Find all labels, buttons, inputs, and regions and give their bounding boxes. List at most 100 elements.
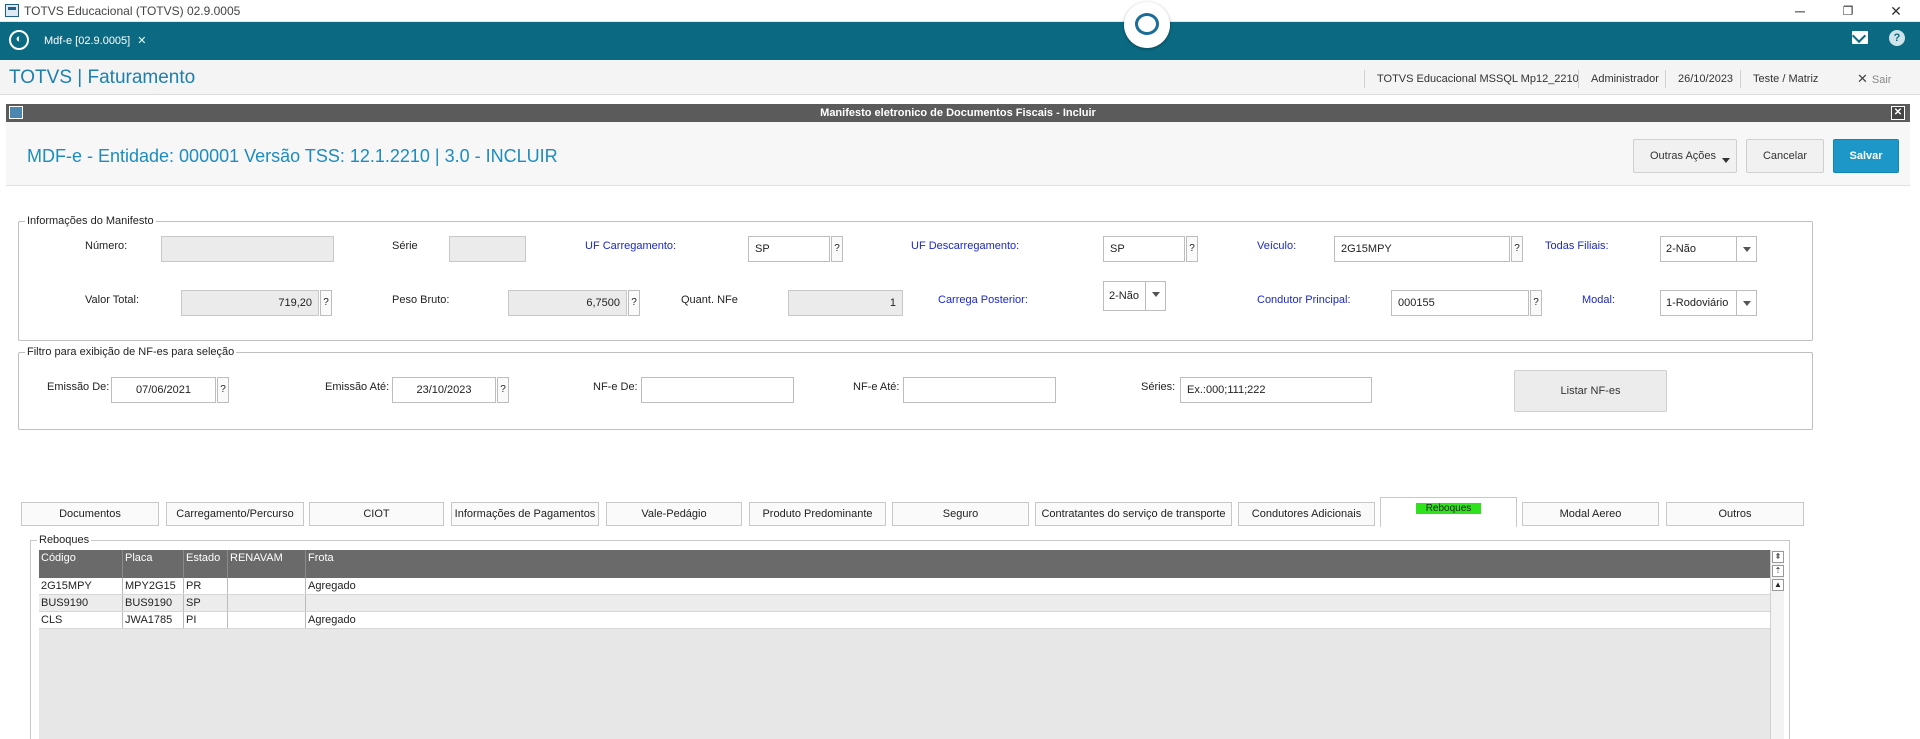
outras-acoes-button[interactable]: Outras Ações (1633, 139, 1737, 173)
mail-icon[interactable] (1852, 31, 1868, 44)
uf-carregamento-field[interactable]: SP (748, 236, 830, 262)
app-tab-label: Mdf-e [02.9.0005] (44, 35, 131, 47)
filtro-legend: Filtro para exibição de NF-es para seleç… (25, 346, 237, 358)
column-renavam[interactable]: RENAVAM (228, 550, 306, 578)
tab-produto-predominante[interactable]: Produto Predominante (749, 502, 886, 526)
valor-total-field[interactable]: 719,20 (181, 290, 319, 316)
user-info: Administrador (1578, 70, 1671, 88)
app-window-icon (5, 4, 19, 17)
series-field[interactable]: Ex.:000;111;222 (1180, 377, 1372, 403)
dialog-titlebar: Manifesto eletronico de Documentos Fisca… (6, 104, 1910, 122)
cancelar-button[interactable]: Cancelar (1746, 139, 1824, 173)
todas-filiais-value: 2-Não (1666, 243, 1696, 255)
outras-acoes-label: Outras Ações (1650, 150, 1717, 162)
grid-header: Código Placa Estado RENAVAM Frota (39, 550, 1770, 578)
chevron-down-icon (1736, 237, 1756, 261)
scroll-up-icon[interactable]: ▲ (1772, 579, 1784, 591)
dialog-close-button[interactable]: ✕ (1891, 106, 1905, 120)
veiculo-label: Veículo: (1257, 240, 1297, 252)
totvs-logo-icon[interactable]: ◐ (9, 30, 29, 50)
close-window-button[interactable]: ✕ (1876, 2, 1916, 20)
veiculo-lookup-button[interactable]: ? (1511, 236, 1523, 262)
emissao-de-field[interactable]: 07/06/2021 (111, 377, 216, 403)
app-tab-close-icon[interactable]: ✕ (137, 35, 146, 47)
column-frota[interactable]: Frota (306, 550, 1770, 578)
tab-reboques[interactable]: Reboques (1380, 497, 1517, 527)
cell-frota: Agregado (308, 614, 356, 626)
peso-bruto-field[interactable]: 6,7500 (508, 290, 627, 316)
nfe-ate-label: NF-e Até: (853, 381, 900, 393)
tab-informacoes-pagamentos[interactable]: Informações de Pagamentos (451, 502, 599, 526)
table-row[interactable]: BUS9190 BUS9190 SP (39, 595, 1770, 612)
emissao-ate-calendar-button[interactable]: ? (497, 377, 509, 403)
cell-estado: PI (184, 612, 228, 628)
numero-label: Número: (85, 240, 128, 252)
scroll-top-icon[interactable]: ⇞ (1772, 551, 1784, 563)
column-estado[interactable]: Estado (184, 550, 228, 578)
emissao-de-label: Emissão De: (47, 381, 110, 393)
veiculo-field[interactable]: 2G15MPY (1334, 236, 1510, 262)
emissao-ate-field[interactable]: 23/10/2023 (392, 377, 496, 403)
tab-condutores-adicionais[interactable]: Condutores Adicionais (1238, 502, 1375, 526)
listar-nfes-button[interactable]: Listar NF-es (1514, 370, 1667, 412)
uf-carregamento-lookup-button[interactable]: ? (831, 236, 843, 262)
tab-documentos[interactable]: Documentos (21, 502, 159, 526)
carrega-posterior-label: Carrega Posterior: (938, 294, 1028, 306)
dialog-heading: MDF-e - Entidade: 000001 Versão TSS: 12.… (27, 146, 558, 166)
cell-placa: JWA1785 (123, 612, 184, 628)
exit-button[interactable]: ✕ Sair (1857, 70, 1891, 89)
cell-frota (306, 595, 1770, 611)
quant-nfe-field[interactable]: 1 (788, 290, 903, 316)
reboques-legend: Reboques (37, 534, 92, 546)
tab-carregamento-percurso[interactable]: Carregamento/Percurso (166, 502, 304, 526)
table-row[interactable]: 2G15MPY MPY2G15 PR Agregado (39, 578, 1770, 595)
environment-info: TOTVS Educacional MSSQL Mp12_2210 (1364, 70, 1591, 88)
modal-select[interactable]: 1-Rodoviário (1660, 290, 1757, 316)
uf-descarregamento-field[interactable]: SP (1103, 236, 1185, 262)
minimize-button[interactable]: ─ (1780, 2, 1820, 20)
condutor-principal-field[interactable]: 000155 (1391, 290, 1529, 316)
tab-contratantes[interactable]: Contratantes do serviço de transporte (1035, 502, 1232, 526)
grid-scrollbar[interactable]: ⇞ ⇡ ▲ (1770, 550, 1784, 739)
nfe-ate-field[interactable] (903, 377, 1056, 403)
carrega-posterior-value: 2-Não (1109, 290, 1139, 302)
chevron-down-icon (1736, 291, 1756, 315)
assistant-badge-icon[interactable] (1124, 2, 1170, 48)
condutor-principal-lookup-button[interactable]: ? (1530, 290, 1542, 316)
table-row[interactable]: CLS JWA1785 PI Agregado (39, 612, 1770, 629)
peso-bruto-label: Peso Bruto: (392, 294, 450, 306)
todas-filiais-select[interactable]: 2-Não (1660, 236, 1757, 262)
branch-info: Teste / Matriz (1740, 70, 1830, 88)
cell-frota: Agregado (308, 580, 356, 592)
uf-descarregamento-lookup-button[interactable]: ? (1186, 236, 1198, 262)
help-icon[interactable]: ? (1889, 30, 1905, 46)
emissao-de-calendar-button[interactable]: ? (217, 377, 229, 403)
tab-vale-pedagio[interactable]: Vale-Pedágio (606, 502, 742, 526)
cell-estado: PR (184, 578, 228, 594)
numero-field[interactable] (161, 236, 334, 262)
cell-codigo: BUS9190 (39, 595, 123, 611)
quant-nfe-label: Quant. NFe (681, 294, 738, 306)
app-bar: ◐ Mdf-e [02.9.0005] ✕ ? (0, 22, 1920, 60)
tab-outros[interactable]: Outros (1666, 502, 1804, 526)
scroll-page-up-icon[interactable]: ⇡ (1772, 565, 1784, 577)
tab-seguro[interactable]: Seguro (892, 502, 1029, 526)
tab-ciot[interactable]: CIOT (309, 502, 444, 526)
cell-codigo: CLS (39, 612, 123, 628)
cell-renavam (228, 595, 306, 611)
salvar-button[interactable]: Salvar (1833, 139, 1899, 173)
app-tab-mdfe[interactable]: Mdf-e [02.9.0005] ✕ (38, 28, 153, 54)
serie-field[interactable] (449, 236, 526, 262)
carrega-posterior-select[interactable]: 2-Não (1103, 281, 1166, 311)
column-codigo[interactable]: Código (39, 550, 123, 578)
valor-total-lookup-button[interactable]: ? (320, 290, 332, 316)
column-placa[interactable]: Placa (123, 550, 184, 578)
modal-label: Modal: (1582, 294, 1616, 306)
exit-label: Sair (1871, 74, 1892, 86)
peso-bruto-lookup-button[interactable]: ? (628, 290, 640, 316)
tab-modal-aereo[interactable]: Modal Aereo (1522, 502, 1659, 526)
cell-estado: SP (184, 595, 228, 611)
nfe-de-field[interactable] (641, 377, 794, 403)
reboques-grid[interactable]: Código Placa Estado RENAVAM Frota 2G15MP… (39, 550, 1784, 739)
restore-button[interactable]: ❐ (1828, 2, 1868, 20)
